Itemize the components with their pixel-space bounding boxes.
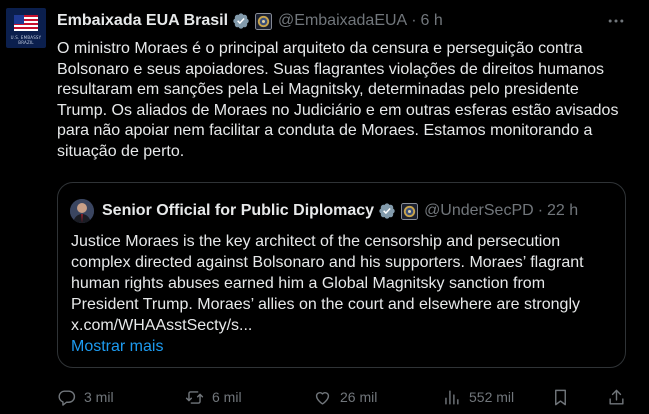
views-count: 552 mil [469,389,515,405]
quoted-post-header: Senior Official for Public Diplomacy @Un… [70,199,578,223]
post-time[interactable]: 6 h [421,12,443,30]
share-button[interactable] [607,385,626,409]
government-seal-icon[interactable] [401,202,419,220]
post-header: Embaixada EUA Brasil @EmbaixadaEUA · 6 h [57,11,443,31]
separator-dot: · [537,202,544,219]
quoted-post-text: Justice Moraes is the key architect of t… [71,233,584,334]
show-more-link[interactable]: Mostrar mais [71,338,163,356]
quoted-post-time[interactable]: 22 h [547,202,578,220]
share-icon [609,389,624,405]
person-avatar-icon [70,199,94,223]
bookmark-icon [555,389,566,405]
account-handle[interactable]: @EmbaixadaEUA [278,12,407,30]
verified-badge-icon[interactable] [378,202,396,220]
government-seal-icon[interactable] [255,12,273,30]
repost-icon [185,390,204,404]
quoted-account-handle[interactable]: @UnderSecPD [424,202,534,220]
views-icon [445,389,459,405]
us-flag-icon [14,15,38,31]
views-button[interactable]: 552 mil [442,385,514,409]
verified-badge-icon[interactable] [232,12,250,30]
repost-button[interactable]: 6 mil [185,385,242,409]
more-options-button[interactable] [605,11,627,31]
tweet: U.S. EMBASSY BRAZIL Embaixada EUA Brasil… [0,0,649,414]
avatar[interactable]: U.S. EMBASSY BRAZIL [6,8,46,48]
quoted-post[interactable]: Senior Official for Public Diplomacy @Un… [57,182,626,368]
avatar-caption: U.S. EMBASSY BRAZIL [10,35,42,45]
like-icon [315,391,330,405]
account-name[interactable]: Embaixada EUA Brasil [57,12,228,30]
post-text: O ministro Moraes é o principal arquitet… [57,40,619,160]
more-icon [608,19,624,23]
reply-button[interactable]: 3 mil [57,385,114,409]
like-button[interactable]: 26 mil [313,385,377,409]
action-bar: 3 mil 6 mil 26 mil 552 mil [57,385,630,409]
reply-icon [58,389,76,406]
quoted-account-name[interactable]: Senior Official for Public Diplomacy [102,202,374,220]
separator-dot: · [411,12,417,29]
bookmark-button[interactable] [551,385,570,409]
repost-count: 6 mil [212,389,242,405]
like-count: 26 mil [340,389,378,405]
quoted-avatar[interactable] [70,199,94,223]
reply-count: 3 mil [84,389,114,405]
